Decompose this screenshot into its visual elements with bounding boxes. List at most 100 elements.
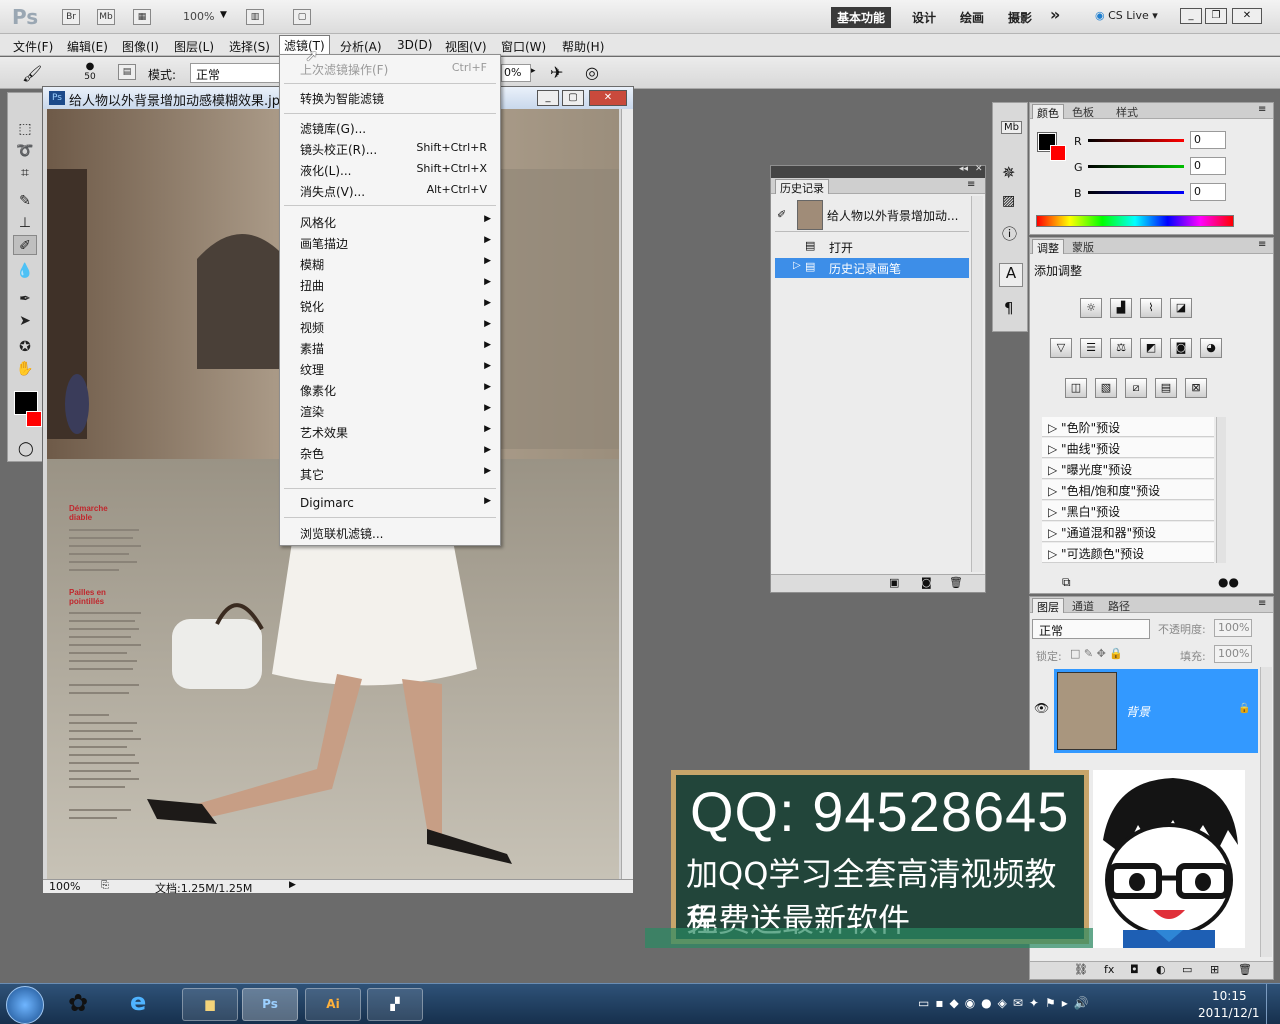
submenu-artistic[interactable]: 艺术效果 ▶	[300, 424, 495, 440]
doc-minimize-button[interactable]: _	[537, 90, 559, 106]
menuitem-lens-correction[interactable]: 镜头校正(R)... Shift+Ctrl+R	[300, 141, 495, 157]
tab-swatches[interactable]: 色板	[1068, 104, 1098, 119]
fill-field[interactable]: 100%	[1214, 645, 1252, 663]
black-white-icon[interactable]: ◩	[1140, 338, 1162, 358]
submenu-texture[interactable]: 纹理 ▶	[300, 361, 495, 377]
panel-menu-icon[interactable]: ≡	[967, 179, 975, 190]
submenu-render[interactable]: 渲染 ▶	[300, 403, 495, 419]
workspace-essentials[interactable]: 基本功能	[831, 7, 892, 28]
tab-layers[interactable]: 图层	[1032, 598, 1064, 614]
opacity-field[interactable]: 100%	[1214, 619, 1252, 637]
submenu-pixelate[interactable]: 像素化 ▶	[300, 382, 495, 398]
preset-curves[interactable]: ▷ "曲线"预设	[1042, 438, 1214, 458]
marquee-tool-icon[interactable]: ⬚	[13, 119, 37, 139]
menu-window[interactable]: 窗口(W)	[497, 37, 550, 56]
history-snapshot-row[interactable]: ✐ 给人物以外背景增加动...	[775, 198, 969, 232]
menuitem-last-filter[interactable]: 上次滤镜操作(F) Ctrl+F	[300, 61, 495, 77]
preset-selective-color[interactable]: ▷ "可选颜色"预设	[1042, 543, 1214, 563]
internet-explorer-icon[interactable]: e	[130, 988, 146, 1016]
layer-style-fx-icon[interactable]: fx	[1104, 963, 1114, 976]
menuitem-vanishing-point[interactable]: 消失点(V)... Alt+Ctrl+V	[300, 183, 495, 199]
tab-masks[interactable]: 蒙版	[1068, 239, 1098, 254]
menuitem-convert-smart-filters[interactable]: 转换为智能滤镜	[300, 90, 495, 106]
brush-preset-picker[interactable]: ● 50	[74, 61, 106, 85]
history-state-history-brush[interactable]: ▷ ▤ 历史记录画笔	[775, 258, 969, 278]
menu-file[interactable]: 文件(F)	[9, 37, 57, 56]
color-spectrum-ramp[interactable]	[1036, 215, 1234, 227]
close-panel-icon[interactable]: ✕	[975, 164, 983, 174]
histogram-icon[interactable]: ▨	[1002, 193, 1015, 209]
close-button[interactable]: ✕	[1232, 8, 1262, 24]
clock-time[interactable]: 10:15	[1212, 989, 1247, 1003]
navigator-icon[interactable]: ✵	[1002, 163, 1015, 182]
status-zoom-field[interactable]: 100%	[49, 880, 80, 893]
screen-mode-button[interactable]: ▢	[293, 9, 311, 25]
bridge-button[interactable]: Br	[62, 9, 80, 25]
show-desktop-button[interactable]	[1266, 984, 1280, 1024]
more-workspaces-icon[interactable]: »	[1050, 5, 1060, 24]
doc-maximize-button[interactable]: ▢	[562, 90, 584, 106]
preset-levels[interactable]: ▷ "色阶"预设	[1042, 417, 1214, 437]
start-button-icon[interactable]	[6, 986, 44, 1024]
blur-tool-icon[interactable]: 💧	[13, 261, 37, 281]
add-mask-icon[interactable]: ◘	[1130, 963, 1139, 976]
window-taskbar-button[interactable]: ▞	[367, 988, 423, 1021]
zoom-chevron-down-icon[interactable]: ▼	[220, 10, 227, 20]
opacity-chevron-icon[interactable]: ▸	[531, 66, 536, 76]
lasso-tool-icon[interactable]: ➰	[13, 141, 37, 161]
curves-icon[interactable]: ⌇	[1140, 298, 1162, 318]
trash-icon[interactable]: 🗑	[1238, 963, 1252, 976]
menu-select[interactable]: 选择(S)	[225, 37, 274, 56]
layer-row-background[interactable]: 背景 🔒	[1054, 669, 1258, 753]
color-balance-icon[interactable]: ⚖	[1110, 338, 1132, 358]
exposure-icon[interactable]: ◪	[1170, 298, 1192, 318]
presets-scrollbar[interactable]	[1216, 417, 1226, 563]
photoshop-taskbar-button[interactable]: Ps	[242, 988, 298, 1021]
tab-paths[interactable]: 路径	[1104, 598, 1134, 613]
submenu-video[interactable]: 视频 ▶	[300, 319, 495, 335]
cs-live-button[interactable]: ◉ CS Live ▾	[1095, 9, 1158, 22]
status-export-icon[interactable]: ⎘	[101, 880, 109, 891]
preset-hue-saturation[interactable]: ▷ "色相/饱和度"预设	[1042, 480, 1214, 500]
character-icon[interactable]: A	[999, 263, 1023, 287]
mini-bridge-icon[interactable]: Mb	[1001, 121, 1022, 134]
history-state-open[interactable]: ▤ 打开	[775, 237, 969, 257]
status-menu-arrow-icon[interactable]: ▶	[289, 880, 296, 890]
channel-mixer-icon[interactable]: ◕	[1200, 338, 1222, 358]
submenu-sketch[interactable]: 素描 ▶	[300, 340, 495, 356]
workspace-photography[interactable]: 摄影	[1008, 9, 1032, 26]
history-brush-tool-icon[interactable]: ✐	[13, 235, 37, 255]
paragraph-icon[interactable]: ¶	[1004, 299, 1014, 317]
menu-help[interactable]: 帮助(H)	[558, 37, 608, 56]
new-group-icon[interactable]: ▭	[1182, 963, 1192, 976]
workspace-painting[interactable]: 绘画	[960, 9, 984, 26]
new-snapshot-icon[interactable]: ◙	[921, 576, 932, 589]
brightness-contrast-icon[interactable]: ☼	[1080, 298, 1102, 318]
blend-mode-select[interactable]: 正常	[1032, 619, 1150, 639]
pen-tool-icon[interactable]: ✒	[13, 289, 37, 309]
vibrance-icon[interactable]: ▽	[1050, 338, 1072, 358]
threshold-icon[interactable]: ⧄	[1125, 378, 1147, 398]
submenu-stylize[interactable]: 风格化 ▶	[300, 214, 495, 230]
explorer-taskbar-icon[interactable]: ▆	[182, 988, 238, 1021]
channel-r-slider[interactable]	[1088, 139, 1184, 142]
3d-rotate-tool-icon[interactable]: ✪	[13, 337, 37, 357]
tab-adjustments[interactable]: 调整	[1032, 239, 1064, 255]
tab-channels[interactable]: 通道	[1068, 598, 1098, 613]
posterize-icon[interactable]: ▧	[1095, 378, 1117, 398]
panel-menu-icon[interactable]: ≡	[1258, 239, 1266, 250]
menuitem-liquify[interactable]: 液化(L)... Shift+Ctrl+X	[300, 162, 495, 178]
quick-mask-icon[interactable]: ◯	[18, 441, 34, 457]
channel-g-slider[interactable]	[1088, 165, 1184, 168]
view-extras-button[interactable]: ▦	[133, 9, 151, 25]
menu-edit[interactable]: 编辑(E)	[63, 37, 112, 56]
menu-3d[interactable]: 3D(D)	[393, 37, 436, 53]
tablet-pressure-icon[interactable]: ◎	[585, 63, 599, 82]
background-color-swatch[interactable]	[26, 411, 42, 427]
hue-saturation-icon[interactable]: ☰	[1080, 338, 1102, 358]
menuitem-browse-filters-online[interactable]: 浏览联机滤镜...	[300, 525, 495, 541]
brush-panel-toggle[interactable]: ▤	[118, 64, 136, 80]
layer-visibility-eye-icon[interactable]: 👁	[1034, 701, 1049, 715]
tab-color[interactable]: 颜色	[1032, 104, 1064, 120]
panel-menu-icon[interactable]: ≡	[1258, 598, 1266, 609]
